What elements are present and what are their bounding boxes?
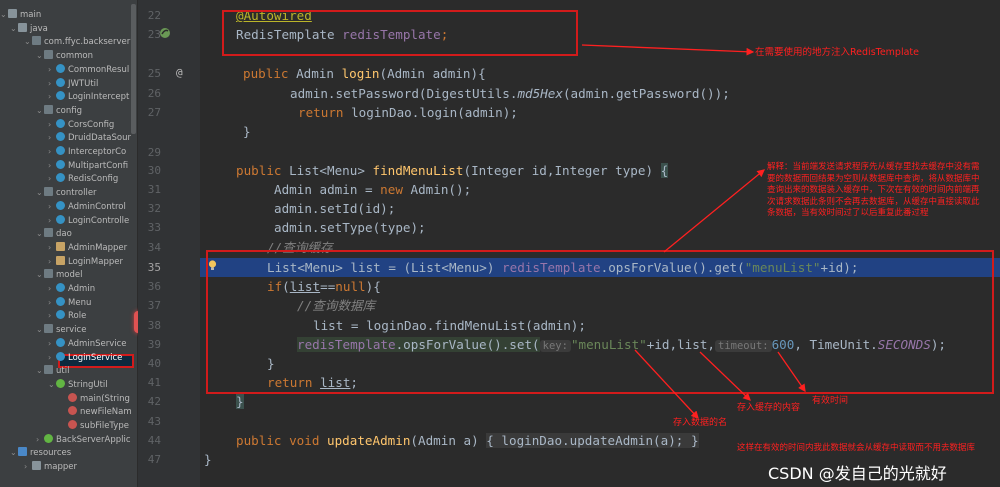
arrow-explain: [663, 169, 766, 253]
note-key-name: 存入数据的名: [673, 418, 728, 428]
note-bottom: 这样在有效的时间内我此数据就会从缓存中读取而不用去数据库: [737, 443, 976, 453]
note-content: 存入缓存的内容: [737, 403, 801, 413]
note-valid-time: 有效时间: [812, 396, 849, 406]
arrow-valid-time: [777, 351, 806, 393]
watermark: CSDN @发自己的光就好: [768, 464, 947, 483]
arrow-inject: [581, 44, 755, 56]
annotation-arrows: [581, 44, 806, 419]
note-explain: 解释：当前端发送请求程序先从缓存里找去缓存中没有需要的数据而回结果为空则从数据库…: [767, 162, 980, 218]
note-inject: 在需要使用的地方注入RedisTemplate: [755, 47, 919, 58]
arrow-key-name: [634, 349, 699, 419]
arrow-content: [699, 351, 751, 401]
